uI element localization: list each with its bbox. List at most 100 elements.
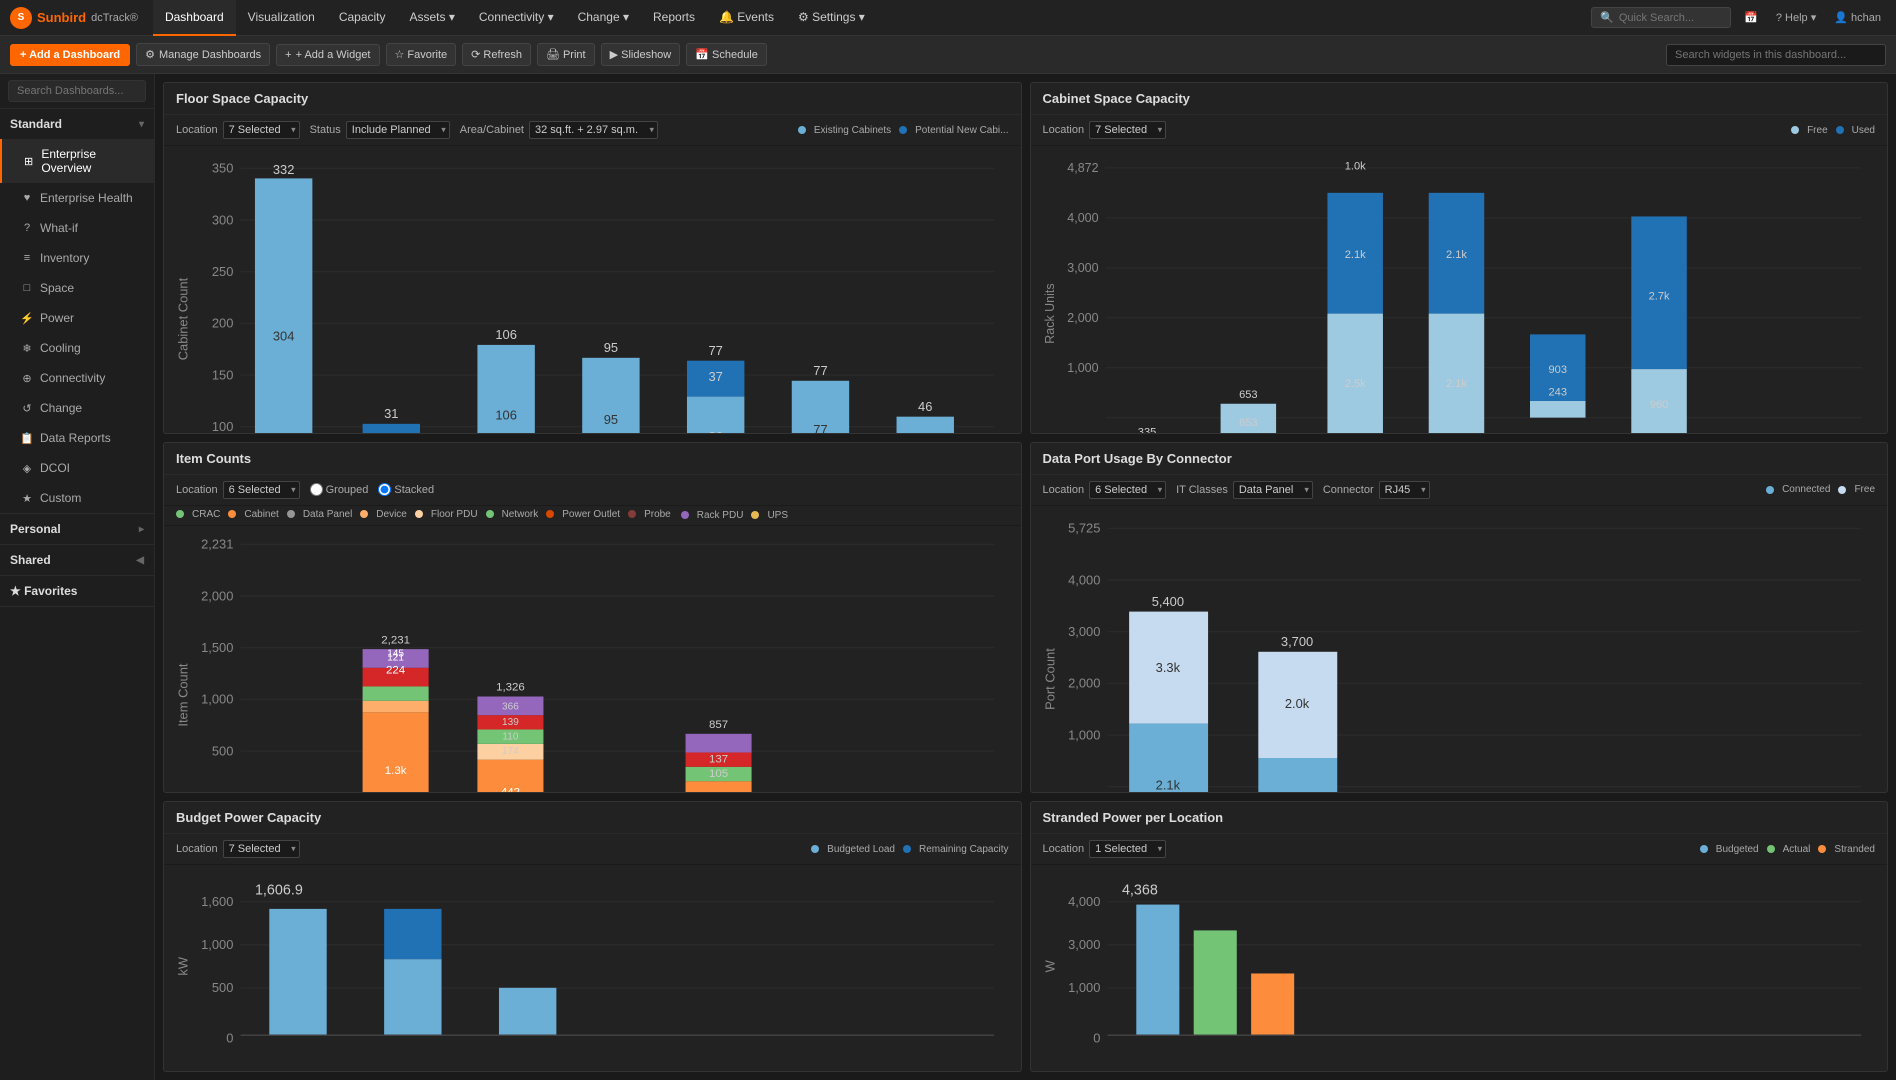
sidebar-search-area: [0, 74, 154, 109]
port-connector-select[interactable]: RJ45: [1379, 481, 1430, 499]
nav-change[interactable]: Change ▾: [566, 0, 641, 36]
budget-bar-1[interactable]: [269, 909, 326, 1035]
nav-visualization[interactable]: Visualization: [236, 0, 327, 36]
svg-text:250: 250: [212, 264, 234, 279]
floor-space-status-select[interactable]: Include Planned: [346, 121, 450, 139]
svg-text:4,368: 4,368: [1121, 883, 1157, 899]
svg-text:5,725: 5,725: [1068, 520, 1100, 535]
stranded-location-select[interactable]: 1 Selected: [1089, 840, 1166, 858]
port-location-select[interactable]: 6 Selected: [1089, 481, 1166, 499]
sidebar-section-shared-header[interactable]: Shared ◀: [0, 545, 154, 575]
bar-edcden01-new[interactable]: [363, 424, 420, 434]
sidebar-item-label: Inventory: [40, 251, 89, 265]
budget-bar-2[interactable]: [384, 960, 441, 1036]
sidebar-item-change[interactable]: ↺ Change: [0, 393, 154, 423]
stranded-power-chart: W 4,368 4,000 3,000 1,000 0: [1031, 865, 1888, 1071]
bar-sitea-free[interactable]: [1327, 314, 1383, 434]
floor-space-area-select[interactable]: 32 sq.ft. + 2.97 sq.m.: [529, 121, 658, 139]
svg-text:100: 100: [212, 419, 234, 434]
nav-connectivity[interactable]: Connectivity ▾: [467, 0, 566, 36]
svg-text:2,231: 2,231: [381, 634, 410, 646]
budget-bar-2-rem[interactable]: [384, 909, 441, 959]
stranded-legend: Budgeted Actual Stranded: [1700, 844, 1875, 855]
sidebar-item-power[interactable]: ⚡ Power: [0, 303, 154, 333]
cabinet-location-select[interactable]: 7 Selected: [1089, 121, 1166, 139]
add-widget-button[interactable]: + + Add a Widget: [276, 44, 379, 66]
sidebar-search-input[interactable]: [8, 80, 146, 102]
nav-settings[interactable]: ⚙ Settings ▾: [786, 0, 877, 36]
stacked-radio-label[interactable]: Stacked: [378, 483, 434, 496]
sidebar-item-inventory[interactable]: ≡ Inventory: [0, 243, 154, 273]
bar-siteb-free[interactable]: [1428, 314, 1484, 434]
svg-text:3,000: 3,000: [1068, 937, 1100, 952]
global-search-input[interactable]: [1619, 12, 1722, 24]
budget-location-select[interactable]: 7 Selected: [223, 840, 300, 858]
stacked-radio[interactable]: [378, 483, 391, 496]
sidebar-item-custom[interactable]: ★ Custom: [0, 483, 154, 513]
nav-dashboard[interactable]: Dashboard: [153, 0, 236, 36]
sidebar-item-connectivity[interactable]: ⊕ Connectivity: [0, 363, 154, 393]
refresh-button[interactable]: ⟳ Refresh: [462, 43, 531, 66]
bar-sitea-cabinet[interactable]: [363, 712, 429, 793]
port-connector-group: Connector RJ45: [1323, 481, 1430, 499]
existing-cabinets-legend-label: Existing Cabinets: [814, 125, 891, 136]
grouped-radio[interactable]: [310, 483, 323, 496]
nav-events[interactable]: 🔔 Events: [707, 0, 786, 36]
bar-sitecolo-cabinet[interactable]: [686, 781, 752, 794]
sidebar-section-standard-header[interactable]: Standard ▾: [0, 109, 154, 139]
bar-siteidf[interactable]: [897, 417, 954, 434]
sidebar-section-shared: Shared ◀: [0, 545, 154, 576]
sidebar-item-what-if[interactable]: ? What-if: [0, 213, 154, 243]
bar-sitea-network[interactable]: [363, 686, 429, 700]
widget-search-input[interactable]: [1666, 44, 1886, 66]
svg-text:0: 0: [1093, 1031, 1100, 1046]
item-location-select[interactable]: 6 Selected: [223, 481, 300, 499]
help-button[interactable]: ? Help ▾: [1771, 11, 1821, 24]
global-search[interactable]: 🔍: [1591, 7, 1731, 28]
svg-text:200: 200: [212, 316, 234, 331]
favorite-button[interactable]: ☆ Favorite: [386, 43, 457, 66]
cabinet-space-widget: Cabinet Space Capacity Location 7 Select…: [1030, 82, 1889, 434]
nav-assets[interactable]: Assets ▾: [398, 0, 467, 36]
sidebar-item-enterprise-health[interactable]: ♥ Enterprise Health: [0, 183, 154, 213]
bar-sitec-free[interactable]: [1530, 401, 1586, 418]
personal-collapse-icon: ▸: [139, 524, 144, 535]
nav-reports[interactable]: Reports: [641, 0, 707, 36]
port-it-classes-select[interactable]: Data Panel: [1233, 481, 1313, 499]
sidebar-item-data-reports[interactable]: 📋 Data Reports: [0, 423, 154, 453]
calendar-icon[interactable]: 📅: [1739, 11, 1763, 24]
manage-dashboards-button[interactable]: ⚙ Manage Dashboards: [136, 43, 270, 66]
stranded-power-widget: Stranded Power per Location Location 1 S…: [1030, 801, 1889, 1072]
floor-space-location-select[interactable]: 7 Selected: [223, 121, 300, 139]
sidebar-item-dcoi[interactable]: ◈ DCOI: [0, 453, 154, 483]
sidebar-item-cooling[interactable]: ❄ Cooling: [0, 333, 154, 363]
schedule-button[interactable]: 📅 Schedule: [686, 43, 767, 66]
connected-dot: [1766, 486, 1774, 494]
stranded-bar-budgeted[interactable]: [1136, 905, 1179, 1036]
bar-siteb-port-connected[interactable]: [1258, 758, 1337, 794]
budget-bar-3[interactable]: [499, 988, 556, 1035]
sidebar-section-favorites-header[interactable]: ★ Favorites: [0, 576, 154, 606]
item-view-options: Grouped Stacked: [310, 483, 435, 496]
print-button[interactable]: 🖨 Print: [537, 43, 595, 66]
bar-ccb2-existing[interactable]: [255, 178, 312, 433]
stranded-bar-actual[interactable]: [1193, 931, 1236, 1036]
bar-sitecolo-rackpdu[interactable]: [686, 734, 752, 753]
svg-text:kW: kW: [176, 957, 190, 976]
item-counts-widget: Item Counts Location 6 Selected Grouped …: [163, 442, 1022, 794]
svg-text:Item Count: Item Count: [176, 663, 190, 727]
floor-space-widget: Floor Space Capacity Location 7 Selected…: [163, 82, 1022, 434]
slideshow-button[interactable]: ▶ Slideshow: [601, 43, 681, 66]
svg-text:150: 150: [212, 367, 234, 382]
add-dashboard-button[interactable]: + Add a Dashboard: [10, 44, 130, 66]
bar-sitea-device[interactable]: [363, 701, 429, 712]
stranded-bar-stranded[interactable]: [1251, 974, 1294, 1036]
cooling-icon: ❄: [20, 342, 34, 355]
grouped-radio-label[interactable]: Grouped: [310, 483, 369, 496]
nav-capacity[interactable]: Capacity: [327, 0, 398, 36]
sidebar-section-personal-header[interactable]: Personal ▸: [0, 514, 154, 544]
user-menu[interactable]: 👤 hchan: [1829, 11, 1886, 24]
sidebar-item-space[interactable]: □ Space: [0, 273, 154, 303]
item-counts-controls: Location 6 Selected Grouped Stacked: [164, 475, 1021, 506]
sidebar-item-enterprise-overview[interactable]: ⊞ Enterprise Overview: [0, 139, 154, 183]
